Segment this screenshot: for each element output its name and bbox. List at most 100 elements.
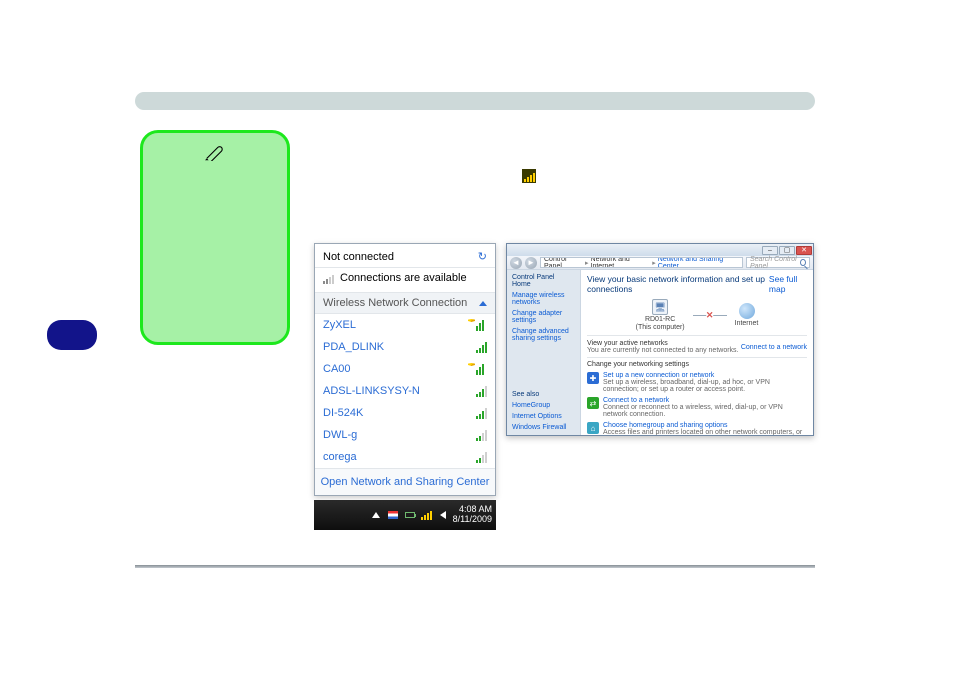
wifi-section-header[interactable]: Wireless Network Connection <box>315 292 495 314</box>
breadcrumb-sep-icon: ▸ <box>652 259 656 267</box>
node-internet-label: Internet <box>735 320 759 327</box>
wifi-status-text: Not connected <box>323 251 394 263</box>
wifi-item[interactable]: ADSL-LINKSYSY-N <box>315 380 495 402</box>
shield-icon <box>468 319 475 322</box>
taskbar: 4:08 AM 8/11/2009 <box>314 500 496 530</box>
task-desc: Connect or reconnect to a wireless, wire… <box>603 404 783 418</box>
nsc-sidebar: Control Panel Home Manage wireless netwo… <box>507 270 581 435</box>
wifi-item-name: ADSL-LINKSYSY-N <box>323 385 420 397</box>
sidebar-see-also-label: See also <box>512 391 575 398</box>
system-tray <box>370 509 449 521</box>
homegroup-icon: ⌂ <box>587 422 599 434</box>
sidebar-link[interactable]: Manage wireless networks <box>512 292 575 306</box>
action-center-icon[interactable] <box>387 509 399 521</box>
disconnected-x-icon: ✕ <box>706 311 714 320</box>
task-title: Set up a new connection or network <box>603 372 807 379</box>
wifi-item-name: CA00 <box>323 363 351 375</box>
wifi-item[interactable]: DI-524K <box>315 402 495 424</box>
sidebar-see-also-link[interactable]: Internet Options <box>512 413 575 420</box>
wifi-item[interactable]: CA00 <box>315 358 495 380</box>
nsc-body: Control Panel Home Manage wireless netwo… <box>507 270 813 435</box>
see-full-map-link[interactable]: See full map <box>769 274 807 294</box>
node-this-computer: 🖥 RD01-RC (This computer) <box>636 299 685 331</box>
nsc-page-title: View your basic network information and … <box>587 274 769 294</box>
minimize-button[interactable]: – <box>762 246 778 255</box>
wifi-item-name: PDA_DLINK <box>323 341 384 353</box>
close-button[interactable]: ✕ <box>796 246 812 255</box>
search-input[interactable]: Search Control Panel <box>746 257 810 268</box>
maximize-button[interactable]: ▢ <box>779 246 795 255</box>
signal-strength-icon <box>476 385 487 397</box>
breadcrumb-mid: Network and Internet <box>591 257 651 268</box>
network-sharing-center-window: – ▢ ✕ ◄ ► Control Panel ▸ Network and In… <box>506 243 814 436</box>
setup-connection-icon: ✚ <box>587 372 599 384</box>
sidebar-see-also-link[interactable]: Windows Firewall <box>512 424 575 431</box>
pen-icon <box>205 143 227 161</box>
refresh-icon[interactable]: ↻ <box>478 250 487 263</box>
task-title: Connect to a network <box>603 397 807 404</box>
explorer-navbar: ◄ ► Control Panel ▸ Network and Internet… <box>507 256 813 270</box>
computer-icon: 🖥 <box>652 299 668 315</box>
wifi-available-text: Connections are available <box>340 272 467 284</box>
nsc-page-title-row: View your basic network information and … <box>587 274 807 294</box>
signal-strength-icon <box>476 451 487 463</box>
wifi-item[interactable]: corega <box>315 446 495 468</box>
active-networks-row: View your active networks You are curren… <box>587 339 807 358</box>
wifi-network-list: ZyXEL PDA_DLINK CA00 ADSL-LINKSYSY-N <box>315 314 495 468</box>
search-icon <box>800 259 806 266</box>
nsc-main: View your basic network information and … <box>581 270 813 435</box>
task-desc: Access files and printers located on oth… <box>603 429 802 435</box>
volume-icon[interactable] <box>437 509 449 521</box>
section-header-pill <box>135 92 815 110</box>
sidebar-home[interactable]: Control Panel Home <box>512 274 575 288</box>
wifi-item-name: DI-524K <box>323 407 363 419</box>
wifi-popup-header: Not connected ↻ <box>315 244 495 268</box>
open-network-center-link[interactable]: Open Network and Sharing Center <box>315 468 495 495</box>
connect-network-icon: ⇄ <box>587 397 599 409</box>
globe-icon <box>739 303 755 319</box>
wifi-item[interactable]: ZyXEL <box>315 314 495 336</box>
taskbar-date: 8/11/2009 <box>453 515 492 525</box>
task-item[interactable]: ✚ Set up a new connection or network Set… <box>587 370 807 395</box>
nav-forward-button[interactable]: ► <box>525 257 537 269</box>
taskbar-clock[interactable]: 4:08 AM 8/11/2009 <box>453 505 492 525</box>
node-internet: Internet <box>735 303 759 327</box>
wifi-section-title-text: Wireless Network Connection <box>323 297 467 309</box>
tray-overflow-icon[interactable] <box>370 509 382 521</box>
wifi-item-name: DWL-g <box>323 429 357 441</box>
wifi-item[interactable]: PDA_DLINK <box>315 336 495 358</box>
signal-strength-icon <box>476 341 487 353</box>
note-box <box>140 130 290 345</box>
shield-icon <box>468 363 475 366</box>
task-desc: Set up a wireless, broadband, dial-up, a… <box>603 379 770 393</box>
nav-back-button[interactable]: ◄ <box>510 257 522 269</box>
sidebar-link[interactable]: Change adapter settings <box>512 310 575 324</box>
sidebar-link[interactable]: Change advanced sharing settings <box>512 328 575 342</box>
search-placeholder: Search Control Panel <box>750 256 798 270</box>
network-tray-icon[interactable] <box>421 510 432 520</box>
wifi-available-row: Connections are available <box>315 268 495 292</box>
active-networks-label: View your active networks <box>587 340 739 347</box>
task-item[interactable]: ⌂ Choose homegroup and sharing options A… <box>587 420 807 435</box>
signal-strength-icon <box>476 429 487 441</box>
wifi-item[interactable]: DWL-g <box>315 424 495 446</box>
breadcrumb[interactable]: Control Panel ▸ Network and Internet ▸ N… <box>540 257 743 268</box>
battery-icon[interactable] <box>404 509 416 521</box>
breadcrumb-sep-icon: ▸ <box>585 259 589 267</box>
wifi-popup: Not connected ↻ Connections are availabl… <box>314 243 496 496</box>
sidebar-see-also-link[interactable]: HomeGroup <box>512 402 575 409</box>
page-tag-pill <box>47 320 97 350</box>
wifi-item-name: ZyXEL <box>323 319 356 331</box>
signal-strength-icon <box>476 363 487 375</box>
chevron-up-icon <box>479 301 487 306</box>
connect-to-network-link[interactable]: Connect to a network <box>741 344 807 351</box>
breadcrumb-current: Network and Sharing Center <box>658 257 739 268</box>
network-map: 🖥 RD01-RC (This computer) ✕ Internet <box>587 297 807 336</box>
signal-available-icon <box>323 272 334 284</box>
wifi-tray-icon <box>522 169 536 183</box>
change-settings-label: Change your networking settings <box>587 361 807 368</box>
map-link-line: ✕ <box>693 315 727 316</box>
signal-strength-icon <box>476 407 487 419</box>
breadcrumb-root: Control Panel <box>544 257 583 268</box>
task-item[interactable]: ⇄ Connect to a network Connect or reconn… <box>587 395 807 420</box>
